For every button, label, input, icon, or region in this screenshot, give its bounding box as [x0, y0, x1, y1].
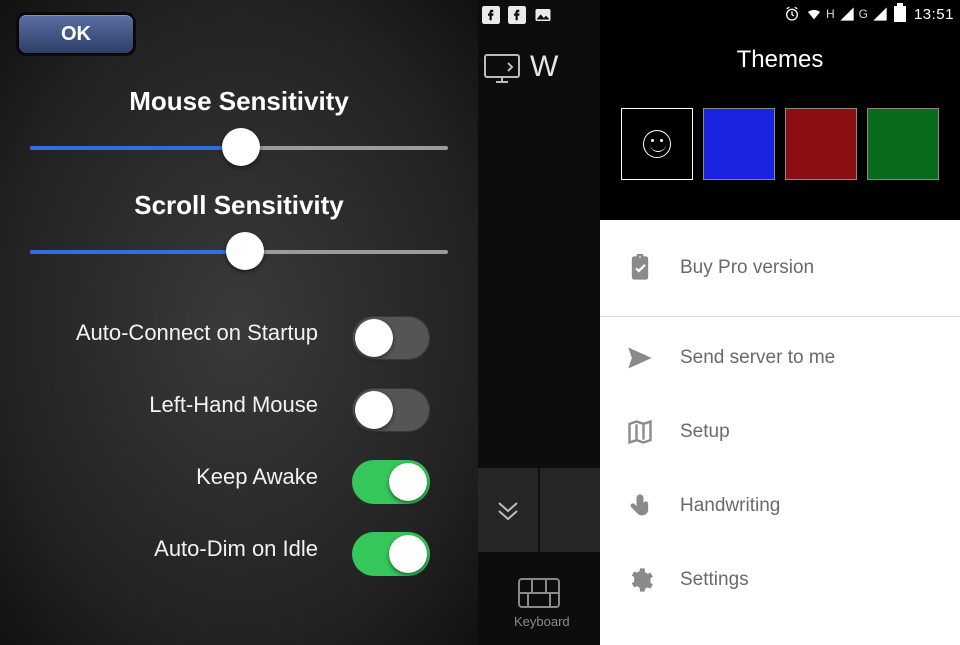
slider-thumb[interactable] — [226, 232, 264, 270]
keep-awake-row: Keep Awake — [0, 456, 478, 508]
keep-awake-label: Keep Awake — [196, 464, 318, 490]
auto-connect-label: Auto-Connect on Startup — [76, 320, 318, 346]
menu-label: Settings — [680, 569, 749, 591]
auto-dim-label: Auto-Dim on Idle — [154, 536, 318, 562]
auto-connect-toggle[interactable] — [352, 316, 430, 360]
menu-item-buy-pro[interactable]: Buy Pro version — [600, 220, 960, 316]
gear-icon — [626, 566, 654, 594]
keyboard-icon[interactable] — [518, 578, 560, 608]
menu-item-handwriting[interactable]: Handwriting — [600, 469, 960, 543]
ok-button[interactable]: OK — [18, 14, 134, 54]
chevron-down-icon — [495, 497, 521, 523]
expand-button[interactable] — [478, 468, 538, 552]
signal-icon — [839, 6, 855, 22]
facebook-icon — [508, 6, 526, 24]
theme-swatch-black[interactable] — [621, 108, 693, 180]
slider-thumb[interactable] — [222, 128, 260, 166]
network-type-1: H — [826, 7, 835, 21]
mouse-sensitivity-slider[interactable] — [30, 128, 448, 168]
auto-dim-row: Auto-Dim on Idle — [0, 528, 478, 580]
left-hand-row: Left-Hand Mouse — [0, 384, 478, 436]
menu-item-setup[interactable]: Setup — [600, 395, 960, 469]
send-icon — [626, 344, 654, 372]
wifi-icon — [806, 6, 822, 22]
keep-awake-toggle[interactable] — [352, 460, 430, 504]
theme-swatch-row — [600, 108, 960, 180]
menu-label: Send server to me — [680, 347, 835, 369]
network-type-2: G — [859, 7, 868, 21]
battery-icon — [894, 6, 906, 22]
facebook-icon — [482, 6, 500, 24]
menu-label: Handwriting — [680, 495, 780, 517]
background-app-sliver: W Keyboard — [478, 0, 600, 645]
touch-icon — [626, 492, 654, 520]
left-hand-label: Left-Hand Mouse — [149, 392, 318, 418]
ios-settings-panel: OK Mouse Sensitivity Scroll Sensitivity … — [0, 0, 478, 645]
menu-label: Setup — [680, 421, 730, 443]
smiley-icon — [643, 130, 671, 158]
themes-title: Themes — [600, 28, 960, 74]
window-title-fragment: W — [530, 50, 558, 84]
android-status-bar: H G 13:51 — [600, 0, 960, 28]
left-hand-toggle[interactable] — [352, 388, 430, 432]
scroll-sensitivity-heading: Scroll Sensitivity — [0, 190, 478, 221]
monitor-icon — [484, 54, 520, 84]
android-drawer-panel: H G 13:51 Themes Buy Pro version — [600, 0, 960, 645]
panel-button[interactable] — [540, 468, 600, 552]
auto-connect-row: Auto-Connect on Startup — [0, 312, 478, 364]
theme-swatch-blue[interactable] — [703, 108, 775, 180]
mouse-sensitivity-heading: Mouse Sensitivity — [0, 86, 478, 117]
auto-dim-toggle[interactable] — [352, 532, 430, 576]
menu-item-settings[interactable]: Settings — [600, 543, 960, 617]
keyboard-label: Keyboard — [514, 614, 570, 629]
signal-icon — [872, 6, 888, 22]
menu-label: Buy Pro version — [680, 257, 814, 279]
themes-header: Themes — [600, 28, 960, 220]
image-icon — [534, 6, 552, 24]
clock-text: 13:51 — [914, 6, 954, 23]
drawer-menu: Buy Pro version Send server to me Setup … — [600, 220, 960, 617]
map-icon — [626, 418, 654, 446]
menu-item-send-server[interactable]: Send server to me — [600, 321, 960, 395]
menu-separator — [600, 316, 960, 317]
scroll-sensitivity-slider[interactable] — [30, 232, 448, 272]
clipboard-check-icon — [626, 254, 654, 282]
theme-swatch-red[interactable] — [785, 108, 857, 180]
alarm-icon — [784, 6, 800, 22]
theme-swatch-green[interactable] — [867, 108, 939, 180]
